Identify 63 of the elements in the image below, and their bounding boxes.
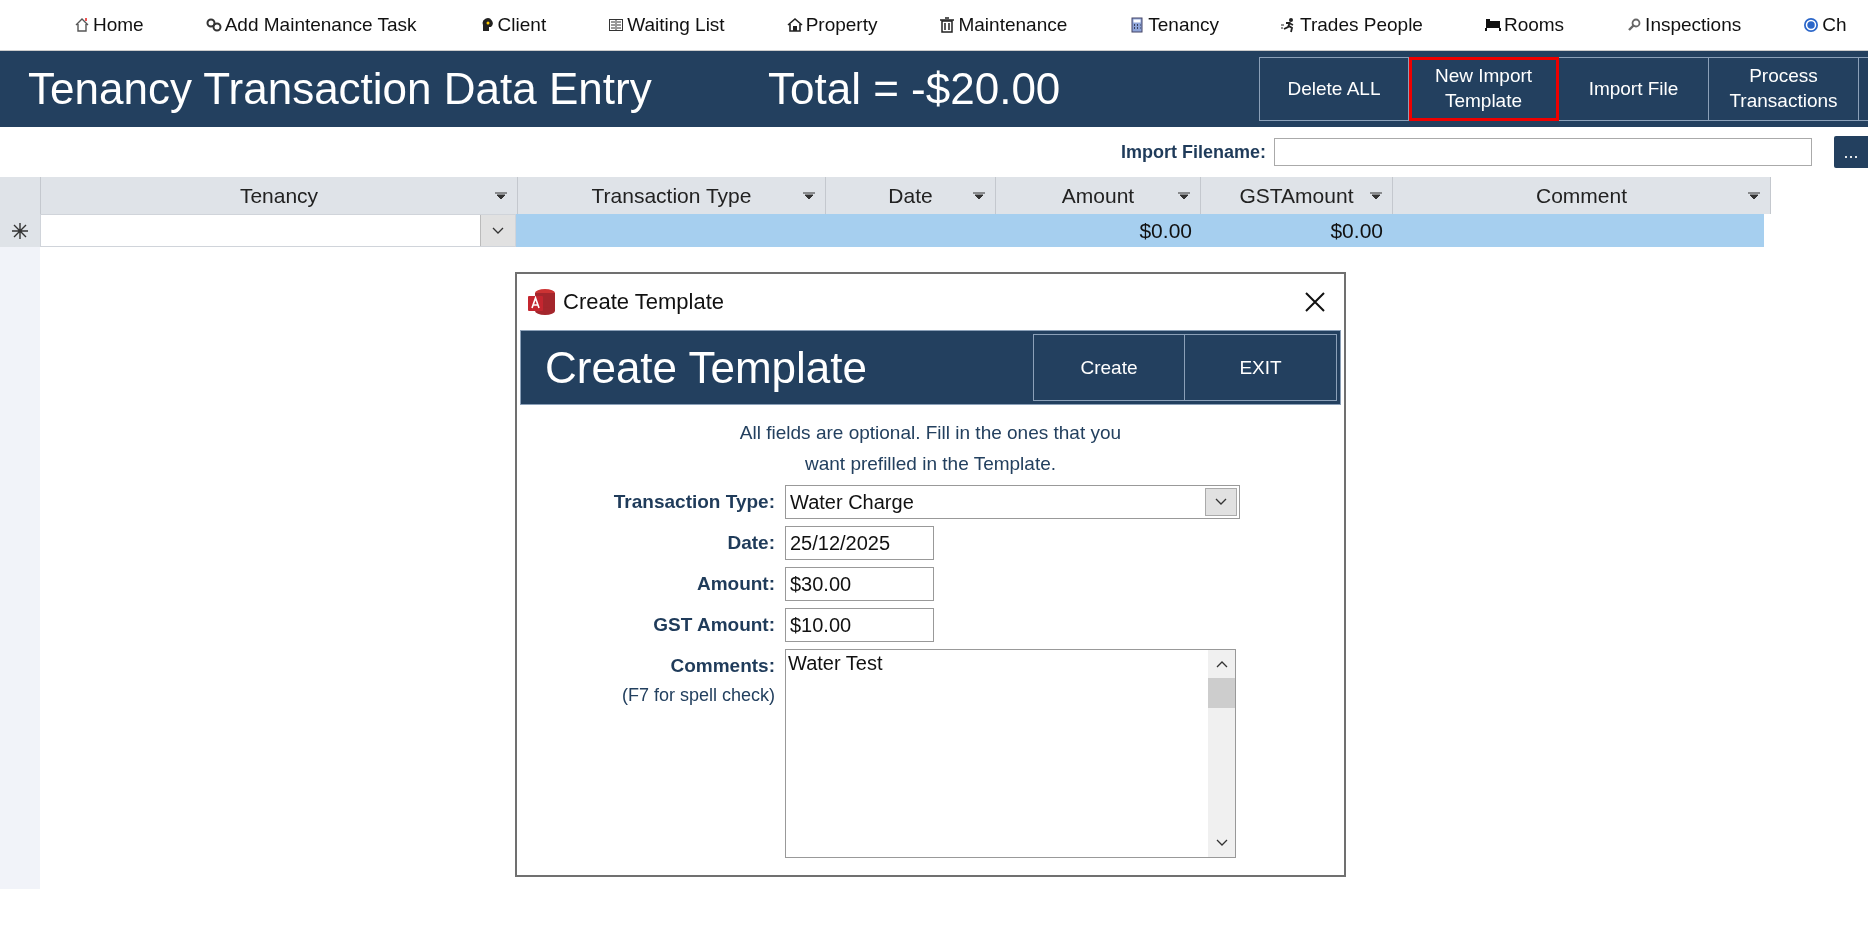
nav-item[interactable]: Waiting List	[588, 14, 743, 36]
gst-amount-cell-text: $0.00	[1329, 217, 1384, 244]
combo-field[interactable]: Water Charge	[785, 485, 1240, 519]
help-icon	[1803, 17, 1820, 33]
filter-caret-icon[interactable]	[1748, 191, 1760, 200]
nav-item[interactable]: Inspections	[1606, 14, 1760, 36]
caret-icon	[1214, 498, 1228, 506]
input-field[interactable]: 25/12/2025	[785, 526, 934, 560]
column-header[interactable]: Tenancy	[41, 177, 518, 214]
database-icon	[527, 287, 557, 317]
book-icon	[608, 17, 625, 33]
column-header[interactable]: Transaction Type	[518, 177, 826, 214]
filter-caret-icon[interactable]	[1178, 191, 1190, 200]
caret-icon	[491, 226, 505, 235]
field-label: Amount:	[696, 573, 775, 595]
dialog-button[interactable]: Create	[1033, 334, 1185, 401]
filter-caret-icon[interactable]	[1370, 191, 1382, 200]
dialog-button[interactable]: EXIT	[1185, 334, 1337, 401]
trash-icon	[939, 17, 956, 33]
field-label: Transaction Type:	[613, 491, 775, 513]
filter-caret-icon[interactable]	[495, 191, 507, 200]
nav-item[interactable]: Add Maintenance Task	[185, 14, 435, 36]
filter-caret-icon[interactable]	[973, 191, 985, 200]
column-header[interactable]: Amount	[996, 177, 1201, 214]
home-icon	[74, 17, 90, 33]
bed-icon	[1484, 17, 1501, 33]
nav-item[interactable]: Client	[458, 14, 565, 36]
nav-item[interactable]: Rooms	[1464, 14, 1583, 36]
input-field[interactable]: $30.00	[785, 567, 934, 601]
nav-item[interactable]: Trades People	[1261, 14, 1441, 36]
dialog-title: Create Template	[563, 289, 724, 315]
dialog-heading: Create Template	[545, 342, 869, 393]
input-field[interactable]: $10.00	[785, 608, 934, 642]
total-label: Total = -$20.00	[768, 64, 1062, 114]
toolbar-button[interactable]: Import File	[1559, 57, 1709, 121]
nav-item[interactable]: Tenancy	[1109, 14, 1238, 36]
filter-caret-icon[interactable]	[803, 191, 815, 200]
field-label: Comments:	[670, 655, 775, 677]
nav-item[interactable]: Property	[766, 14, 896, 36]
house-icon	[786, 17, 803, 33]
instructions-text: All fields are optional. Fill in the ones that you want prefilled in the Template.	[739, 421, 1122, 476]
search-icon	[1626, 17, 1643, 33]
amount-cell-text: $0.00	[1138, 217, 1193, 244]
page-title: Tenancy Transaction Data Entry	[28, 64, 653, 114]
new-record-icon	[11, 221, 29, 240]
browse-button[interactable]: ...	[1834, 136, 1868, 168]
field-label: Date:	[727, 532, 775, 554]
toolbar-button[interactable]: New Import Template	[1409, 57, 1559, 121]
gears-icon	[205, 17, 222, 33]
column-header[interactable]: GSTAmount	[1201, 177, 1393, 214]
import-filename-label: Import Filename:	[1120, 141, 1266, 163]
column-header[interactable]: Comment	[1393, 177, 1771, 214]
calculator-icon	[1129, 17, 1146, 33]
nav-item[interactable]: Ch	[1783, 14, 1865, 36]
field-hint: (F7 for spell check)	[621, 685, 775, 706]
import-filename-field[interactable]	[1274, 138, 1812, 166]
nav-item[interactable]: Maintenance	[919, 14, 1086, 36]
close-icon[interactable]	[1304, 291, 1326, 313]
toolbar-button[interactable]: Process Transactions	[1709, 57, 1859, 121]
nav-item[interactable]: Home	[54, 14, 162, 36]
column-header[interactable]: Date	[826, 177, 996, 214]
field-label: GST Amount:	[653, 614, 775, 636]
toolbar-button[interactable]: Delete ALL	[1259, 57, 1409, 121]
